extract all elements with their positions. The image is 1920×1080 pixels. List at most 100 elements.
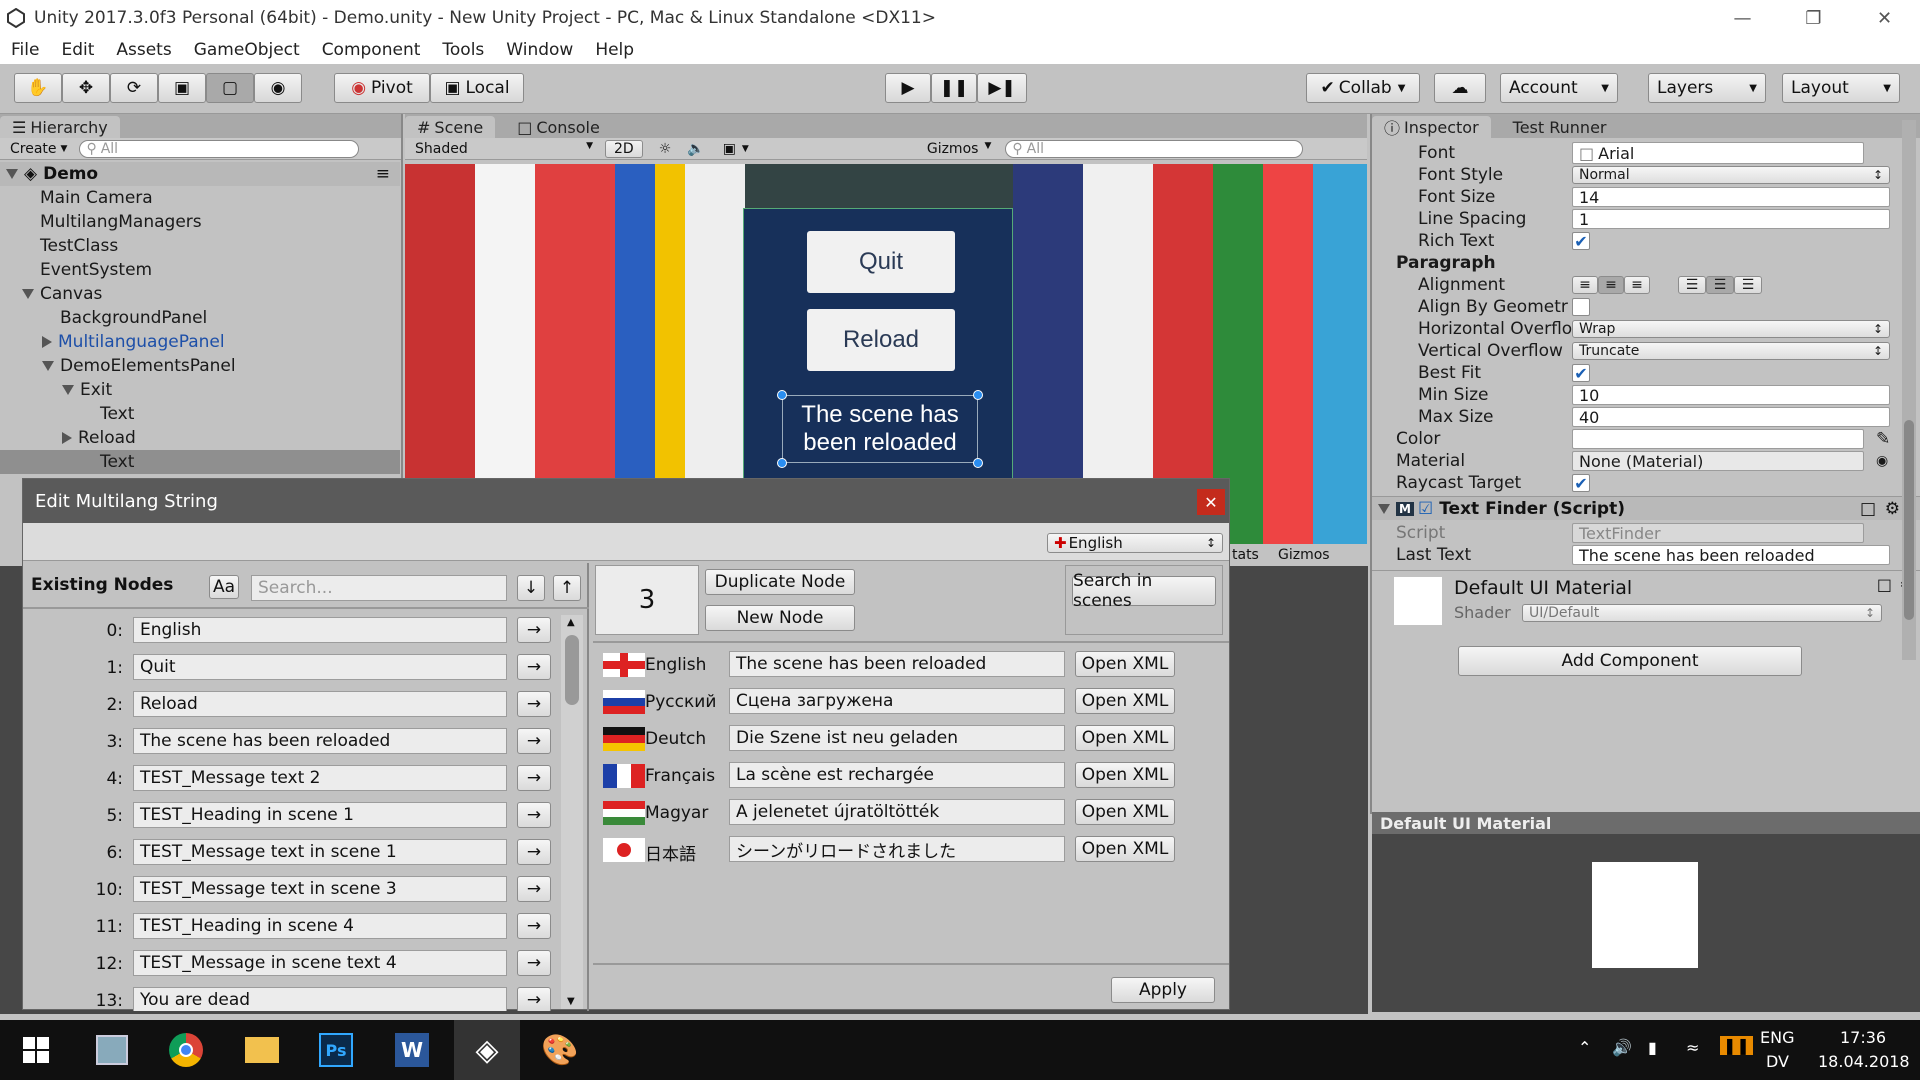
hierarchy-item[interactable]: MultilangManagers bbox=[0, 210, 400, 234]
menu-tools[interactable]: Tools bbox=[431, 40, 495, 60]
start-button[interactable] bbox=[16, 1030, 56, 1070]
translation-text-field[interactable]: A jelenetet újratöltötték bbox=[729, 799, 1065, 825]
shading-dropdown[interactable]: Shaded ▼ bbox=[415, 141, 593, 157]
hierarchy-item[interactable]: Text bbox=[0, 450, 400, 474]
hierarchy-item[interactable]: Canvas bbox=[0, 282, 400, 306]
align-middle-button[interactable]: ☰ bbox=[1706, 276, 1734, 294]
open-xml-button[interactable]: Open XML bbox=[1075, 651, 1175, 677]
case-toggle-button[interactable]: Aa bbox=[209, 575, 239, 599]
menu-assets[interactable]: Assets bbox=[105, 40, 182, 60]
search-in-scenes-button[interactable]: Search in scenes bbox=[1072, 571, 1216, 611]
dialog-close-button[interactable]: ✕ bbox=[1197, 489, 1225, 515]
reload-preview-button[interactable]: Reload bbox=[807, 309, 955, 371]
preview-title[interactable]: Default UI Material bbox=[1380, 814, 1551, 833]
gizmos-dropdown[interactable]: Gizmos ▼ bbox=[927, 141, 992, 157]
input-language-top[interactable]: ENG bbox=[1760, 1028, 1794, 1047]
collapsed-arrow-icon[interactable] bbox=[42, 336, 52, 348]
best-fit-checkbox[interactable]: ✔ bbox=[1572, 364, 1590, 383]
expand-arrow-icon[interactable] bbox=[22, 289, 34, 299]
layout-dropdown[interactable]: Layout ▼ bbox=[1782, 73, 1900, 103]
expand-arrow-icon[interactable] bbox=[42, 361, 54, 371]
hierarchy-item[interactable]: Text bbox=[0, 402, 400, 426]
last-text-field[interactable]: The scene has been reloaded bbox=[1572, 545, 1890, 565]
hierarchy-item[interactable]: MultilanguagePanel bbox=[0, 330, 400, 354]
node-text-field[interactable]: TEST_Message text in scene 3 bbox=[133, 876, 507, 902]
account-dropdown[interactable]: Account ▼ bbox=[1500, 73, 1618, 103]
max-size-field[interactable]: 40 bbox=[1572, 407, 1890, 427]
play-button[interactable]: ▶ bbox=[885, 73, 931, 103]
node-select-button[interactable]: → bbox=[517, 654, 551, 680]
resize-handle[interactable] bbox=[973, 458, 983, 468]
node-text-field[interactable]: TEST_Message in scene text 4 bbox=[133, 950, 507, 976]
nodes-search-input[interactable]: Search... bbox=[251, 575, 507, 601]
tab-inspector[interactable]: ⓘ Inspector bbox=[1372, 116, 1491, 138]
step-button[interactable]: ▶❚ bbox=[977, 73, 1027, 103]
open-xml-button[interactable]: Open XML bbox=[1075, 688, 1175, 714]
hierarchy-item[interactable]: Exit bbox=[0, 378, 400, 402]
quit-preview-button[interactable]: Quit bbox=[807, 231, 955, 293]
stats-toggle[interactable]: tats bbox=[1232, 547, 1259, 563]
game-gizmos-dropdown[interactable]: Gizmos bbox=[1278, 547, 1330, 563]
gear-icon[interactable]: ⚙ bbox=[1885, 499, 1900, 519]
font-style-dropdown[interactable]: Normal bbox=[1572, 166, 1890, 184]
scale-tool-button[interactable]: ▣ bbox=[158, 73, 206, 103]
rotate-tool-button[interactable]: ⟳ bbox=[110, 73, 158, 103]
node-text-field[interactable]: Quit bbox=[133, 654, 507, 680]
resize-handle[interactable] bbox=[777, 390, 787, 400]
node-text-field[interactable]: The scene has been reloaded bbox=[133, 728, 507, 754]
h-overflow-dropdown[interactable]: Wrap bbox=[1572, 320, 1890, 338]
shader-dropdown[interactable]: UI/Default bbox=[1522, 604, 1882, 622]
audio-icon[interactable]: 🔈 bbox=[687, 141, 704, 157]
cloud-button[interactable]: ☁ bbox=[1434, 73, 1486, 103]
transform-tool-button[interactable]: ◉ bbox=[254, 73, 302, 103]
node-select-button[interactable]: → bbox=[517, 913, 551, 939]
menu-gameobject[interactable]: GameObject bbox=[183, 40, 311, 60]
object-picker-icon[interactable]: ◉ bbox=[1876, 453, 1888, 469]
node-select-button[interactable]: → bbox=[517, 876, 551, 902]
node-select-button[interactable]: → bbox=[517, 802, 551, 828]
pivot-button[interactable]: ◉ Pivot bbox=[334, 73, 430, 103]
rect-tool-button[interactable]: ▢ bbox=[206, 73, 254, 103]
menu-edit[interactable]: Edit bbox=[50, 40, 105, 60]
app-tray-icon[interactable]: ❚❚ bbox=[1720, 1036, 1753, 1055]
taskbar-app-paint[interactable]: 🎨 bbox=[540, 1030, 580, 1070]
open-xml-button[interactable]: Open XML bbox=[1075, 762, 1175, 788]
open-xml-button[interactable]: Open XML bbox=[1075, 725, 1175, 751]
tray-chevron-icon[interactable]: ⌃ bbox=[1578, 1038, 1591, 1057]
move-tool-button[interactable]: ✥ bbox=[62, 73, 110, 103]
taskbar-app-notepad[interactable] bbox=[92, 1030, 132, 1070]
node-text-field[interactable]: TEST_Message text 2 bbox=[133, 765, 507, 791]
tab-console[interactable]: □ Console bbox=[505, 116, 612, 138]
local-button[interactable]: ▣ Local bbox=[430, 73, 524, 103]
menu-icon[interactable]: ≡ bbox=[376, 164, 390, 184]
layers-dropdown[interactable]: Layers ▼ bbox=[1648, 73, 1766, 103]
translation-text-field[interactable]: La scène est rechargée bbox=[729, 762, 1065, 788]
hierarchy-search[interactable]: ⚲ All bbox=[79, 139, 360, 158]
taskbar-app-chrome[interactable] bbox=[166, 1030, 206, 1070]
clock-time[interactable]: 17:36 bbox=[1840, 1028, 1886, 1047]
v-overflow-dropdown[interactable]: Truncate bbox=[1572, 342, 1890, 360]
node-text-field[interactable]: TEST_Message text in scene 1 bbox=[133, 839, 507, 865]
taskbar-app-photoshop[interactable]: Ps bbox=[316, 1030, 356, 1070]
min-size-field[interactable]: 10 bbox=[1572, 385, 1890, 405]
taskbar-app-word[interactable]: W bbox=[392, 1030, 432, 1070]
resize-handle[interactable] bbox=[973, 390, 983, 400]
scene-search[interactable]: ⚲ All bbox=[1005, 139, 1304, 158]
enabled-check-icon[interactable]: ☑ bbox=[1418, 499, 1433, 519]
create-dropdown[interactable]: Create bbox=[10, 141, 57, 157]
node-select-button[interactable]: → bbox=[517, 765, 551, 791]
font-field[interactable]: □ Arial bbox=[1572, 142, 1864, 164]
scroll-down-icon[interactable]: ▼ bbox=[567, 996, 575, 1007]
line-spacing-field[interactable]: 1 bbox=[1572, 209, 1890, 229]
tab-scene[interactable]: # Scene bbox=[405, 116, 496, 138]
translation-text-field[interactable]: シーンがリロードされました bbox=[729, 836, 1065, 862]
clock-date[interactable]: 18.04.2018 bbox=[1818, 1052, 1910, 1071]
hierarchy-item[interactable]: DemoElementsPanel bbox=[0, 354, 400, 378]
scrollbar-thumb[interactable] bbox=[1904, 420, 1914, 620]
wifi-icon[interactable]: ≈ bbox=[1686, 1038, 1699, 1057]
align-top-button[interactable]: ☰ bbox=[1678, 276, 1706, 294]
new-node-button[interactable]: New Node bbox=[705, 605, 855, 631]
material-field[interactable]: None (Material) bbox=[1572, 451, 1864, 471]
scrollbar-thumb[interactable] bbox=[565, 635, 579, 705]
lighting-icon[interactable]: ☼ bbox=[659, 141, 672, 157]
